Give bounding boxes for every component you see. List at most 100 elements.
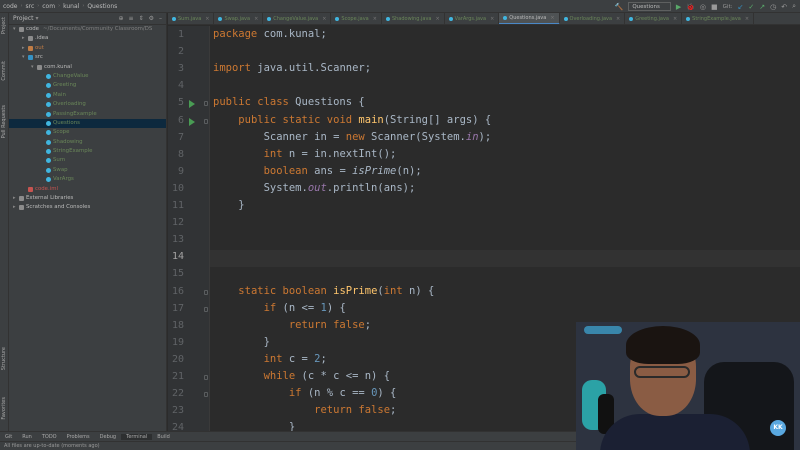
editor-tab[interactable]: Sum.java × xyxy=(168,13,215,24)
breadcrumb-item[interactable]: kunal xyxy=(60,3,82,10)
gear-icon[interactable]: ⚙ xyxy=(149,15,154,22)
bottom-tool-debug[interactable]: Debug xyxy=(95,434,121,440)
tree-item[interactable]: VarArgs xyxy=(9,175,166,184)
tree-item[interactable]: Questions xyxy=(9,118,166,129)
tree-item[interactable]: ▾ src xyxy=(9,53,166,62)
run-configuration-select[interactable]: Questions xyxy=(628,2,671,11)
code-line[interactable]: return false; xyxy=(213,404,396,416)
bottom-tool-problems[interactable]: Problems xyxy=(62,434,95,440)
locate-icon[interactable]: ⊕ xyxy=(119,15,124,22)
fold-icon[interactable] xyxy=(204,392,208,398)
expand-all-icon[interactable]: ⇕ xyxy=(139,15,144,22)
close-icon[interactable]: × xyxy=(322,13,326,24)
code-line[interactable]: return false; xyxy=(213,319,371,331)
code-line[interactable]: } xyxy=(213,199,244,211)
tree-item[interactable]: StringExample xyxy=(9,147,166,156)
breadcrumb-item[interactable]: code xyxy=(0,3,20,10)
commit-tool-tab[interactable]: Commit xyxy=(1,61,9,81)
code-line[interactable]: int n = in.nextInt(); xyxy=(213,148,397,160)
fold-icon[interactable] xyxy=(204,375,208,380)
run-gutter-icon[interactable] xyxy=(189,100,195,109)
tree-item[interactable]: Shadowing xyxy=(9,138,166,147)
chevron-icon[interactable]: ▾ xyxy=(22,53,27,62)
structure-tool-tab[interactable]: Structure xyxy=(1,347,9,370)
git-push-icon[interactable]: ↗ xyxy=(759,3,765,11)
bottom-tool-git[interactable]: Git xyxy=(0,434,17,440)
chevron-icon[interactable]: ▸ xyxy=(22,44,27,53)
tree-item[interactable]: ▸ .idea xyxy=(9,34,166,43)
project-tool-tab[interactable]: Project xyxy=(1,17,9,34)
close-icon[interactable]: × xyxy=(616,13,620,24)
code-line[interactable]: } xyxy=(213,421,295,431)
breadcrumb-item[interactable]: com xyxy=(39,3,58,10)
search-icon[interactable]: ⌕ xyxy=(792,2,796,11)
build-hammer-icon[interactable]: 🔨 xyxy=(615,3,624,11)
code-line[interactable]: if (n % c == 0) { xyxy=(213,387,397,399)
pull-requests-tool-tab[interactable]: Pull Requests xyxy=(1,105,9,138)
tree-item[interactable]: Main xyxy=(9,91,166,100)
editor-tab[interactable]: Questions.java × xyxy=(499,13,560,24)
editor-tab[interactable]: ChangeValue.java × xyxy=(263,13,332,24)
chevron-down-icon[interactable]: ▾ xyxy=(36,15,39,22)
close-icon[interactable]: × xyxy=(490,13,494,24)
close-icon[interactable]: × xyxy=(435,13,439,24)
editor-tab[interactable]: VarArgs.java × xyxy=(445,13,500,24)
tree-item[interactable]: ▸ External Libraries xyxy=(9,194,166,203)
close-icon[interactable]: × xyxy=(673,13,677,24)
tree-item[interactable]: Swap xyxy=(9,166,166,175)
fold-icon[interactable] xyxy=(204,289,208,295)
git-commit-icon[interactable]: ✓ xyxy=(748,3,754,11)
code-line[interactable]: public static void main(String[] args) { xyxy=(213,114,491,126)
editor-tab[interactable]: Overloading.java × xyxy=(560,13,626,24)
code-line[interactable]: while (c * c <= n) { xyxy=(213,370,390,382)
code-line[interactable]: import java.util.Scanner; xyxy=(213,62,371,74)
close-icon[interactable]: × xyxy=(550,13,554,24)
editor-tab[interactable]: Shadowing.java × xyxy=(382,13,445,24)
tree-item[interactable]: Overloading xyxy=(9,100,166,109)
chevron-icon[interactable]: ▾ xyxy=(31,63,36,72)
bottom-tool-build[interactable]: Build xyxy=(152,434,175,440)
fold-icon[interactable] xyxy=(204,101,208,107)
tree-item[interactable]: Scope xyxy=(9,128,166,137)
hide-icon[interactable]: – xyxy=(159,15,162,22)
git-update-icon[interactable]: ↙ xyxy=(737,3,743,11)
editor-tab[interactable]: StringExample.java × xyxy=(682,13,755,24)
run-icon[interactable]: ▶ xyxy=(676,3,681,11)
fold-icon[interactable] xyxy=(204,306,208,312)
rollback-icon[interactable]: ↶ xyxy=(781,3,787,11)
close-icon[interactable]: × xyxy=(373,13,377,24)
tree-item[interactable]: ▾ com.kunal xyxy=(9,63,166,72)
breadcrumb-item[interactable]: src xyxy=(22,3,37,10)
breadcrumb-item[interactable]: Questions xyxy=(84,3,120,10)
code-line[interactable]: static boolean isPrime(int n) { xyxy=(213,285,434,297)
bottom-tool-terminal[interactable]: Terminal xyxy=(121,433,153,440)
bottom-tool-todo[interactable]: TODO xyxy=(37,434,62,440)
close-icon[interactable]: × xyxy=(745,13,749,24)
chevron-icon[interactable]: ▸ xyxy=(13,203,18,212)
code-line[interactable]: } xyxy=(213,336,270,348)
chevron-icon[interactable]: ▸ xyxy=(22,34,27,43)
close-icon[interactable]: × xyxy=(254,13,258,24)
tree-item[interactable]: ▾ code ~/Documents/Community Classroom/DS xyxy=(9,25,166,34)
editor-tab[interactable]: Swap.java × xyxy=(214,13,264,24)
bottom-tool-run[interactable]: Run xyxy=(17,434,37,440)
git-history-icon[interactable]: ◷ xyxy=(770,3,776,11)
editor-tab[interactable]: Scope.java × xyxy=(331,13,382,24)
code-line[interactable]: boolean ans = isPrime(n); xyxy=(213,165,422,177)
code-line[interactable]: int c = 2; xyxy=(213,353,327,365)
favorites-tool-tab[interactable]: Favorites xyxy=(1,397,9,420)
collapse-all-icon[interactable]: ≡ xyxy=(129,15,134,22)
editor-tab[interactable]: Greeting.java × xyxy=(625,13,683,24)
tree-item[interactable]: PassingExample xyxy=(9,110,166,119)
run-gutter-icon[interactable] xyxy=(189,117,195,126)
code-line[interactable]: public class Questions { xyxy=(213,96,365,108)
code-line[interactable]: System.out.println(ans); xyxy=(213,182,416,194)
coverage-icon[interactable]: ◎ xyxy=(700,3,706,11)
tree-item[interactable]: Greeting xyxy=(9,81,166,90)
tree-item[interactable]: code.iml xyxy=(9,185,166,194)
chevron-icon[interactable]: ▸ xyxy=(13,194,18,203)
code-line[interactable]: if (n <= 1) { xyxy=(213,302,346,314)
chevron-icon[interactable]: ▾ xyxy=(13,25,18,34)
fold-icon[interactable] xyxy=(204,118,208,124)
code-line[interactable]: Scanner in = new Scanner(System.in); xyxy=(213,131,492,143)
